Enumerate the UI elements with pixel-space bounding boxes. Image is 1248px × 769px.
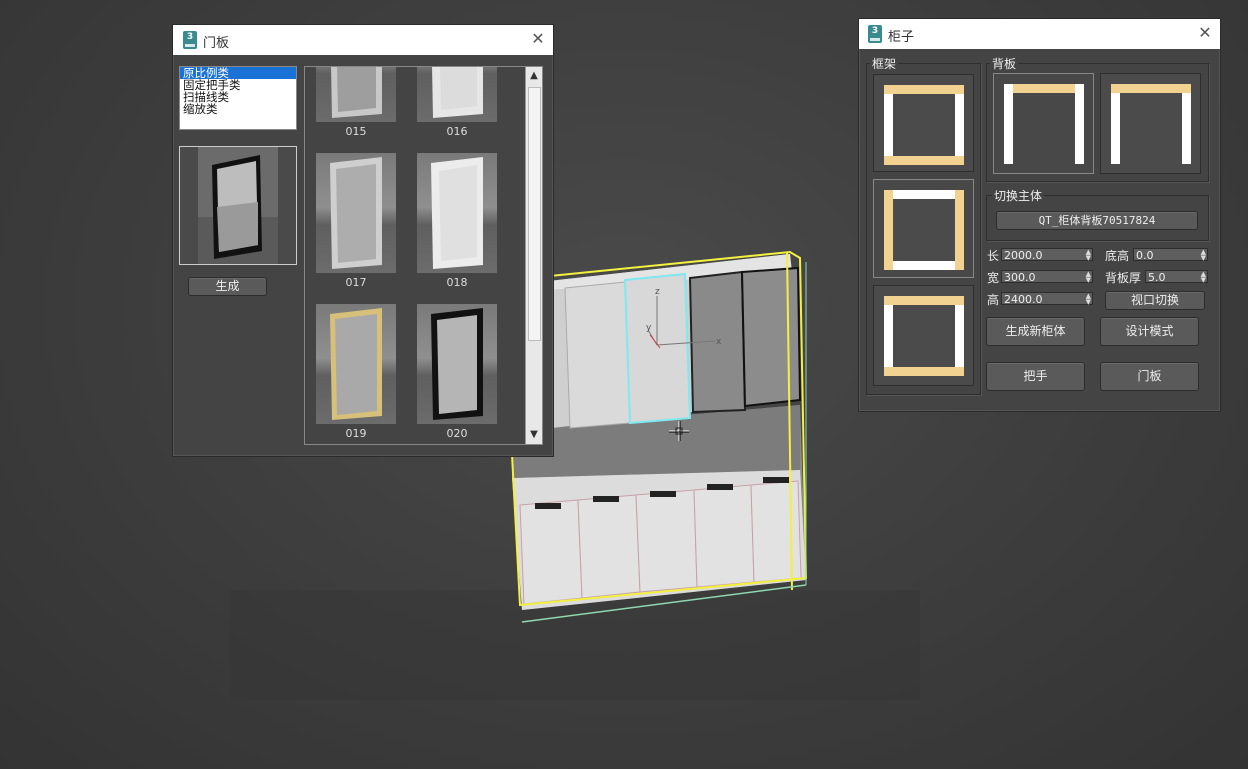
width-value: 300.0 bbox=[1004, 271, 1036, 284]
back-thickness-value: 5.0 bbox=[1148, 271, 1166, 284]
crosshair-cursor-icon bbox=[669, 421, 689, 441]
thumbnail-018[interactable]: 018 bbox=[417, 153, 497, 289]
height-spinner[interactable]: 2400.0 ▲ ▼ bbox=[1001, 292, 1093, 306]
back-thickness-label: 背板厚 bbox=[1105, 271, 1142, 285]
door-panel-dialog[interactable]: 3 门板 ✕ 原比例类 固定把手类 扫描线类 缩放类 生成 015 016 01… bbox=[172, 24, 554, 457]
backboard-group-label: 背板 bbox=[990, 55, 1019, 72]
thumbnail-label: 017 bbox=[345, 276, 367, 289]
switch-body-label: 切换主体 bbox=[992, 187, 1045, 204]
door-preview-image bbox=[179, 146, 297, 265]
thumbnail-label: 018 bbox=[446, 276, 468, 289]
door-panel-button[interactable]: 门板 bbox=[1100, 362, 1199, 391]
length-label: 长 bbox=[987, 249, 1000, 263]
svg-text:z: z bbox=[655, 287, 660, 297]
door-thumbnail-image bbox=[316, 153, 396, 273]
scroll-down-icon[interactable]: ▼ bbox=[526, 428, 542, 442]
handle-button[interactable]: 把手 bbox=[986, 362, 1085, 391]
thumbnail-017[interactable]: 017 bbox=[316, 153, 396, 289]
frame-option-2[interactable] bbox=[873, 179, 974, 278]
app-3dsmax-icon: 3 bbox=[868, 25, 882, 43]
frame-group-label: 框架 bbox=[870, 55, 899, 72]
base-height-value: 0.0 bbox=[1136, 249, 1154, 262]
spinner-arrows-icon[interactable]: ▲ ▼ bbox=[1201, 271, 1206, 284]
frame-option-3[interactable] bbox=[873, 285, 974, 386]
base-height-spinner[interactable]: 0.0 ▲ ▼ bbox=[1133, 248, 1208, 262]
scroll-thumb[interactable] bbox=[528, 87, 541, 341]
door-thumbnail-image bbox=[316, 67, 396, 122]
category-item-scale[interactable]: 缩放类 bbox=[180, 103, 296, 115]
backboard-option-1[interactable] bbox=[993, 73, 1094, 174]
vertical-scrollbar[interactable]: ▲ ▼ bbox=[525, 67, 542, 444]
close-icon[interactable]: ✕ bbox=[1196, 24, 1214, 42]
backboard-option-2[interactable] bbox=[1100, 73, 1201, 174]
generate-button[interactable]: 生成 bbox=[188, 277, 267, 296]
door-dialog-title: 门板 bbox=[203, 36, 230, 51]
height-value: 2400.0 bbox=[1004, 293, 1043, 306]
spinner-arrows-icon[interactable]: ▲ ▼ bbox=[1086, 271, 1091, 284]
door-dialog-titlebar[interactable]: 3 门板 ✕ bbox=[173, 25, 553, 55]
frame-option-1[interactable] bbox=[873, 74, 974, 172]
length-value: 2000.0 bbox=[1004, 249, 1043, 262]
spinner-arrows-icon[interactable]: ▲ ▼ bbox=[1201, 249, 1206, 262]
design-mode-button[interactable]: 设计模式 bbox=[1100, 317, 1199, 346]
width-spinner[interactable]: 300.0 ▲ ▼ bbox=[1001, 270, 1093, 284]
thumbnail-label: 019 bbox=[345, 427, 367, 440]
thumbnail-label: 020 bbox=[446, 427, 468, 440]
cabinet-dialog[interactable]: 3 柜子 ✕ 框架 背板 切换主体 QT_柜体背板70517824 长 2000… bbox=[858, 18, 1221, 412]
thumbnail-label: 016 bbox=[446, 125, 468, 138]
door-thumbnail-image bbox=[316, 304, 396, 424]
viewport-switch-button[interactable]: 视口切换 bbox=[1105, 291, 1205, 310]
door-thumbnail-grid[interactable]: 015 016 017 018 019 020 ▲ ▼ bbox=[304, 66, 543, 445]
height-label: 高 bbox=[987, 293, 1000, 307]
door-thumbnail-image bbox=[417, 153, 497, 273]
cabinet-dialog-titlebar[interactable]: 3 柜子 ✕ bbox=[859, 19, 1220, 49]
switch-body-button[interactable]: QT_柜体背板70517824 bbox=[996, 211, 1198, 230]
cabinet-dialog-title: 柜子 bbox=[888, 30, 915, 45]
app-3dsmax-icon: 3 bbox=[183, 31, 197, 49]
thumbnail-020[interactable]: 020 bbox=[417, 304, 497, 440]
spinner-arrows-icon[interactable]: ▲ ▼ bbox=[1086, 249, 1091, 262]
thumbnail-015[interactable]: 015 bbox=[316, 67, 396, 138]
svg-text:y: y bbox=[646, 323, 652, 333]
door-thumbnail-image bbox=[417, 304, 497, 424]
thumbnail-019[interactable]: 019 bbox=[316, 304, 396, 440]
thumbnail-016[interactable]: 016 bbox=[417, 67, 497, 138]
category-list[interactable]: 原比例类 固定把手类 扫描线类 缩放类 bbox=[179, 66, 297, 130]
width-label: 宽 bbox=[987, 271, 1000, 285]
scroll-up-icon[interactable]: ▲ bbox=[526, 69, 542, 83]
svg-text:x: x bbox=[716, 337, 722, 347]
new-cabinet-button[interactable]: 生成新柜体 bbox=[986, 317, 1085, 346]
base-height-label: 底高 bbox=[1105, 249, 1130, 263]
spinner-arrows-icon[interactable]: ▲ ▼ bbox=[1086, 293, 1091, 306]
close-icon[interactable]: ✕ bbox=[529, 30, 547, 48]
thumbnail-label: 015 bbox=[345, 125, 367, 138]
door-thumbnail-image bbox=[417, 67, 497, 122]
back-thickness-spinner[interactable]: 5.0 ▲ ▼ bbox=[1145, 270, 1208, 284]
length-spinner[interactable]: 2000.0 ▲ ▼ bbox=[1001, 248, 1093, 262]
